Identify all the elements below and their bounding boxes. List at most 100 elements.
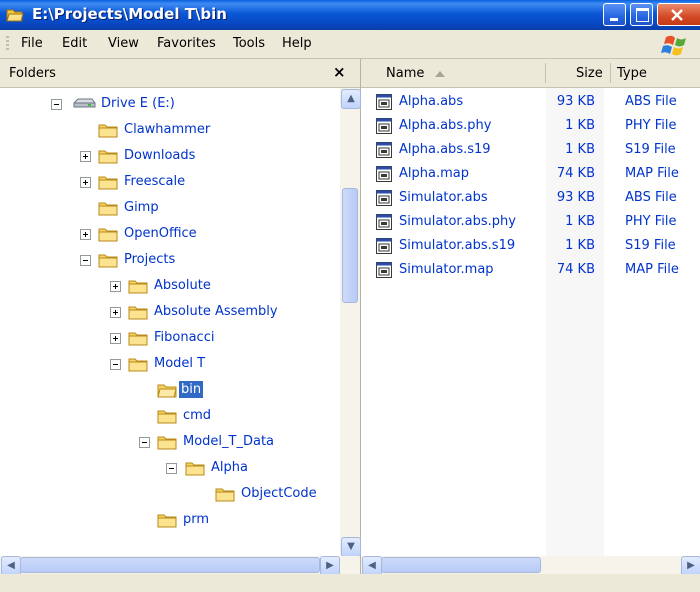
file-type: ABS File (625, 190, 677, 205)
collapse-icon[interactable] (80, 255, 91, 266)
file-icon (376, 214, 392, 230)
title-bar[interactable]: E:\Projects\Model T\bin (0, 0, 700, 30)
expand-icon[interactable] (110, 307, 121, 318)
column-divider[interactable] (610, 63, 611, 83)
menu-view[interactable]: View (108, 36, 139, 51)
menu-edit[interactable]: Edit (62, 36, 87, 51)
list-horizontal-scrollbar[interactable]: ◀ ▶ (361, 556, 700, 576)
drive-icon (73, 98, 96, 108)
folder-icon (157, 436, 177, 450)
file-list-pane: Name Size Type Alpha.abs 93 KB ABS File Alp… (361, 59, 700, 576)
menu-help[interactable]: Help (282, 36, 312, 51)
column-header-type[interactable]: Type (617, 66, 647, 81)
file-size: 1 KB (565, 142, 595, 157)
expand-icon[interactable] (80, 151, 91, 162)
chevron-left-icon: ◀ (7, 560, 15, 571)
collapse-icon[interactable] (110, 359, 121, 370)
scroll-right-button[interactable]: ▶ (681, 556, 700, 576)
collapse-icon[interactable] (166, 463, 177, 474)
file-name: Simulator.abs (399, 190, 488, 205)
file-name: Alpha.abs (399, 94, 464, 109)
minimize-button[interactable] (603, 3, 626, 26)
menu-tools[interactable]: Tools (233, 36, 265, 51)
collapse-icon[interactable] (139, 437, 150, 448)
folder-tree: Drive E (E:) Clawhammer Downloads Freesc… (0, 88, 340, 556)
chevron-right-icon: ▶ (687, 560, 695, 571)
toolbar-grip[interactable] (6, 36, 9, 52)
expand-icon[interactable] (110, 281, 121, 292)
file-row[interactable]: Alpha.abs.s19 1 KB S19 File (361, 140, 700, 162)
folder-icon (98, 124, 118, 138)
file-name: Alpha.abs.s19 (399, 142, 491, 157)
column-divider[interactable] (545, 63, 546, 83)
folder-icon (128, 280, 148, 294)
file-type: PHY File (625, 214, 677, 229)
tree-label: Downloads (124, 148, 196, 163)
menu-file[interactable]: File (21, 36, 43, 51)
file-name: Simulator.abs.s19 (399, 238, 516, 253)
tree-label: Freescale (124, 174, 186, 189)
file-name: Alpha.map (399, 166, 469, 181)
column-header-size[interactable]: Size (576, 66, 603, 81)
file-row[interactable]: Simulator.abs 93 KB ABS File (361, 188, 700, 210)
scroll-thumb[interactable] (381, 557, 541, 573)
folder-icon (128, 358, 148, 372)
file-size: 93 KB (556, 190, 595, 205)
folder-icon (128, 306, 148, 320)
menu-favorites[interactable]: Favorites (157, 36, 216, 51)
scroll-right-button[interactable]: ▶ (320, 556, 340, 576)
scroll-left-button[interactable]: ◀ (1, 556, 21, 576)
file-icon (376, 190, 392, 206)
tree-label: ObjectCode (241, 486, 317, 501)
folder-icon (157, 514, 177, 528)
tree-label: Absolute Assembly (154, 304, 278, 319)
folders-pane: Folders × Drive E (E:) Clawhammer Downlo… (0, 59, 361, 576)
tree-horizontal-scrollbar[interactable]: ◀ ▶ (0, 556, 360, 576)
tree-label: OpenOffice (124, 226, 197, 241)
file-name: Simulator.map (399, 262, 494, 277)
file-row[interactable]: Alpha.abs 93 KB ABS File (361, 92, 700, 114)
scroll-thumb[interactable] (20, 557, 320, 573)
file-size: 74 KB (556, 166, 595, 181)
file-row[interactable]: Simulator.abs.phy 1 KB PHY File (361, 212, 700, 234)
windows-logo-icon (661, 35, 686, 56)
tree-label: Model_T_Data (183, 434, 275, 449)
file-row[interactable]: Alpha.map 74 KB MAP File (361, 164, 700, 186)
chevron-right-icon: ▶ (326, 560, 334, 571)
column-header-name[interactable]: Name (386, 66, 424, 81)
file-type: S19 File (625, 238, 676, 253)
maximize-button[interactable] (630, 3, 653, 26)
close-icon (671, 9, 683, 21)
file-row[interactable]: Simulator.map 74 KB MAP File (361, 260, 700, 282)
tree-vertical-scrollbar[interactable]: ▲ ▼ (340, 88, 361, 557)
tree-label: cmd (183, 408, 212, 423)
list-header: Name Size Type (361, 59, 700, 88)
file-type: ABS File (625, 94, 677, 109)
expand-icon[interactable] (110, 333, 121, 344)
file-type: S19 File (625, 142, 676, 157)
scroll-down-button[interactable]: ▼ (341, 537, 361, 557)
folders-close-button[interactable]: × (333, 63, 346, 81)
folder-icon (98, 254, 118, 268)
scroll-left-button[interactable]: ◀ (362, 556, 382, 576)
scroll-thumb[interactable] (342, 188, 358, 303)
file-row[interactable]: Alpha.abs.phy 1 KB PHY File (361, 116, 700, 138)
scroll-up-button[interactable]: ▲ (341, 89, 361, 109)
chevron-left-icon: ◀ (368, 560, 376, 571)
tree-label: Clawhammer (124, 122, 211, 137)
expand-icon[interactable] (80, 229, 91, 240)
folders-title: Folders (9, 66, 56, 81)
chevron-up-icon: ▲ (347, 93, 355, 104)
close-button[interactable] (657, 3, 700, 26)
folder-icon (98, 228, 118, 242)
file-icon (376, 166, 392, 182)
collapse-icon[interactable] (51, 99, 62, 110)
menu-bar: File Edit View Favorites Tools Help (0, 30, 700, 59)
file-row[interactable]: Simulator.abs.s19 1 KB S19 File (361, 236, 700, 258)
tree-label: prm (183, 512, 210, 527)
folder-icon (98, 202, 118, 216)
open-folder-icon (157, 384, 177, 398)
expand-icon[interactable] (80, 177, 91, 188)
file-icon (376, 142, 392, 158)
folder-icon (215, 488, 235, 502)
